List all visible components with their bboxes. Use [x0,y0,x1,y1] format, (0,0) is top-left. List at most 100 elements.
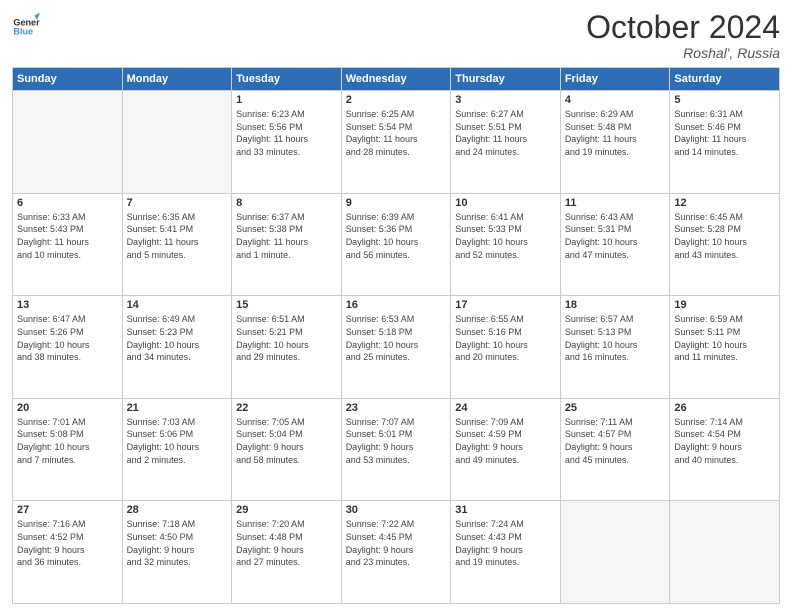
day-number: 18 [565,299,666,311]
day-info: Sunrise: 6:39 AMSunset: 5:36 PMDaylight:… [346,211,447,261]
day-info: Sunrise: 6:23 AMSunset: 5:56 PMDaylight:… [236,108,337,158]
calendar-cell [560,501,670,604]
day-info: Sunrise: 6:41 AMSunset: 5:33 PMDaylight:… [455,211,556,261]
calendar-cell: 31 Sunrise: 7:24 AMSunset: 4:43 PMDayligh… [451,501,561,604]
day-number: 25 [565,402,666,414]
week-row-1: 6 Sunrise: 6:33 AMSunset: 5:43 PMDaylight… [13,193,780,296]
day-number: 13 [17,299,118,311]
calendar-cell: 15Sunrise: 6:51 AMSunset: 5:21 PMDayligh… [232,296,342,399]
header: General Blue October 2024 Roshal', Russi… [12,10,780,61]
day-number: 3 [455,94,556,106]
day-info: Sunrise: 7:18 AMSunset: 4:50 PMDaylight:… [127,518,228,568]
calendar-table: SundayMondayTuesdayWednesdayThursdayFrid… [12,67,780,604]
calendar-cell: 18 Sunrise: 6:57 AMSunset: 5:13 PMDayligh… [560,296,670,399]
day-number: 31 [455,504,556,516]
calendar-cell: 8 Sunrise: 6:37 AMSunset: 5:38 PMDaylight… [232,193,342,296]
calendar-cell: 3 Sunrise: 6:27 AMSunset: 5:51 PMDaylight… [451,91,561,194]
day-info: Sunrise: 7:07 AMSunset: 5:01 PMDaylight:… [346,416,447,466]
calendar-cell: 7Sunrise: 6:35 AMSunset: 5:41 PMDaylight… [122,193,232,296]
logo: General Blue [12,10,42,38]
day-info: Sunrise: 6:51 AMSunset: 5:21 PMDaylight:… [236,313,337,363]
day-info: Sunrise: 7:03 AMSunset: 5:06 PMDaylight:… [127,416,228,466]
day-number: 28 [127,504,228,516]
day-number: 5 [674,94,775,106]
calendar-cell: 23 Sunrise: 7:07 AMSunset: 5:01 PMDayligh… [341,398,451,501]
calendar-cell: 29Sunrise: 7:20 AMSunset: 4:48 PMDayligh… [232,501,342,604]
day-number: 9 [346,197,447,209]
calendar-cell: 9 Sunrise: 6:39 AMSunset: 5:36 PMDaylight… [341,193,451,296]
week-row-2: 13 Sunrise: 6:47 AMSunset: 5:26 PMDayligh… [13,296,780,399]
calendar-cell: 17Sunrise: 6:55 AMSunset: 5:16 PMDayligh… [451,296,561,399]
calendar-cell: 30Sunrise: 7:22 AMSunset: 4:45 PMDayligh… [341,501,451,604]
calendar-cell [670,501,780,604]
day-number: 7 [127,197,228,209]
day-info: Sunrise: 6:47 AMSunset: 5:26 PMDaylight:… [17,313,118,363]
day-info: Sunrise: 6:31 AMSunset: 5:46 PMDaylight:… [674,108,775,158]
day-number: 11 [565,197,666,209]
calendar-cell: 24 Sunrise: 7:09 AMSunset: 4:59 PMDayligh… [451,398,561,501]
day-number: 24 [455,402,556,414]
calendar-cell: 22 Sunrise: 7:05 AMSunset: 5:04 PMDayligh… [232,398,342,501]
calendar-cell: 19Sunrise: 6:59 AMSunset: 5:11 PMDayligh… [670,296,780,399]
week-row-3: 20Sunrise: 7:01 AMSunset: 5:08 PMDayligh… [13,398,780,501]
location: Roshal', Russia [586,45,780,61]
calendar-cell: 20Sunrise: 7:01 AMSunset: 5:08 PMDayligh… [13,398,123,501]
day-info: Sunrise: 6:43 AMSunset: 5:31 PMDaylight:… [565,211,666,261]
week-row-4: 27 Sunrise: 7:16 AMSunset: 4:52 PMDayligh… [13,501,780,604]
day-number: 6 [17,197,118,209]
day-info: Sunrise: 7:09 AMSunset: 4:59 PMDaylight:… [455,416,556,466]
day-number: 27 [17,504,118,516]
day-number: 8 [236,197,337,209]
day-number: 14 [127,299,228,311]
day-info: Sunrise: 7:16 AMSunset: 4:52 PMDaylight:… [17,518,118,568]
day-header-saturday: Saturday [670,68,780,91]
day-number: 16 [346,299,447,311]
calendar-cell: 12Sunrise: 6:45 AMSunset: 5:28 PMDayligh… [670,193,780,296]
day-header-monday: Monday [122,68,232,91]
day-info: Sunrise: 7:24 AMSunset: 4:43 PMDaylight:… [455,518,556,568]
day-header-tuesday: Tuesday [232,68,342,91]
day-info: Sunrise: 6:27 AMSunset: 5:51 PMDaylight:… [455,108,556,158]
day-number: 23 [346,402,447,414]
day-info: Sunrise: 6:57 AMSunset: 5:13 PMDaylight:… [565,313,666,363]
day-info: Sunrise: 6:25 AMSunset: 5:54 PMDaylight:… [346,108,447,158]
day-info: Sunrise: 6:45 AMSunset: 5:28 PMDaylight:… [674,211,775,261]
calendar-cell: 27 Sunrise: 7:16 AMSunset: 4:52 PMDayligh… [13,501,123,604]
calendar-cell: 26 Sunrise: 7:14 AMSunset: 4:54 PMDayligh… [670,398,780,501]
calendar-cell: 28 Sunrise: 7:18 AMSunset: 4:50 PMDayligh… [122,501,232,604]
day-header-thursday: Thursday [451,68,561,91]
calendar-cell: 21 Sunrise: 7:03 AMSunset: 5:06 PMDayligh… [122,398,232,501]
calendar-header-row: SundayMondayTuesdayWednesdayThursdayFrid… [13,68,780,91]
day-number: 21 [127,402,228,414]
month-title: October 2024 [586,10,780,45]
day-number: 20 [17,402,118,414]
day-number: 4 [565,94,666,106]
week-row-0: 1Sunrise: 6:23 AMSunset: 5:56 PMDaylight… [13,91,780,194]
day-number: 22 [236,402,337,414]
day-info: Sunrise: 6:33 AMSunset: 5:43 PMDaylight:… [17,211,118,261]
day-info: Sunrise: 7:20 AMSunset: 4:48 PMDaylight:… [236,518,337,568]
logo-icon: General Blue [12,10,40,38]
calendar-cell [122,91,232,194]
day-info: Sunrise: 6:59 AMSunset: 5:11 PMDaylight:… [674,313,775,363]
calendar-cell: 11 Sunrise: 6:43 AMSunset: 5:31 PMDayligh… [560,193,670,296]
svg-text:Blue: Blue [13,27,33,37]
day-info: Sunrise: 7:05 AMSunset: 5:04 PMDaylight:… [236,416,337,466]
day-number: 2 [346,94,447,106]
day-number: 10 [455,197,556,209]
day-info: Sunrise: 6:29 AMSunset: 5:48 PMDaylight:… [565,108,666,158]
day-header-friday: Friday [560,68,670,91]
day-info: Sunrise: 6:37 AMSunset: 5:38 PMDaylight:… [236,211,337,261]
calendar-cell: 14Sunrise: 6:49 AMSunset: 5:23 PMDayligh… [122,296,232,399]
calendar-cell: 10 Sunrise: 6:41 AMSunset: 5:33 PMDayligh… [451,193,561,296]
day-number: 26 [674,402,775,414]
calendar-cell: 5 Sunrise: 6:31 AMSunset: 5:46 PMDaylight… [670,91,780,194]
calendar-cell: 4 Sunrise: 6:29 AMSunset: 5:48 PMDaylight… [560,91,670,194]
calendar-cell: 25Sunrise: 7:11 AMSunset: 4:57 PMDayligh… [560,398,670,501]
calendar-cell: 6 Sunrise: 6:33 AMSunset: 5:43 PMDaylight… [13,193,123,296]
title-area: October 2024 Roshal', Russia [586,10,780,61]
day-info: Sunrise: 6:55 AMSunset: 5:16 PMDaylight:… [455,313,556,363]
calendar-cell: 16Sunrise: 6:53 AMSunset: 5:18 PMDayligh… [341,296,451,399]
day-info: Sunrise: 7:14 AMSunset: 4:54 PMDaylight:… [674,416,775,466]
calendar-cell [13,91,123,194]
